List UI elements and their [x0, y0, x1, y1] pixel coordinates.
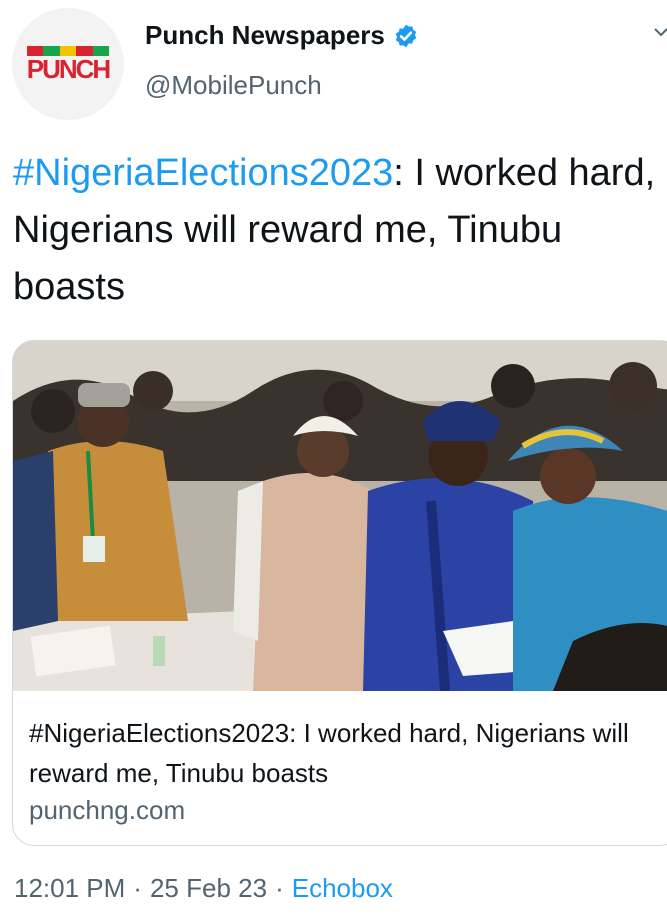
verified-badge-icon [395, 24, 417, 47]
punch-logo-icon: PUNCH [23, 44, 113, 84]
meta-separator: · [275, 873, 284, 903]
avatar[interactable]: PUNCH [12, 8, 124, 120]
author-name-row[interactable]: Punch Newspapers [145, 20, 419, 51]
avatar-logo-text: PUNCH [26, 54, 111, 84]
news-photo-icon [13, 341, 667, 691]
card-title[interactable]: #NigeriaElections2023: I worked hard, Ni… [29, 713, 667, 793]
link-card[interactable]: #NigeriaElections2023: I worked hard, Ni… [12, 340, 667, 846]
tweet-text: #NigeriaElections2023: I worked hard, Ni… [13, 145, 658, 316]
tweet-meta: 12:01 PM · 25 Feb 23 · Echobox [14, 873, 393, 904]
tweet-time[interactable]: 12:01 PM [14, 873, 125, 904]
user-handle[interactable]: @MobilePunch [145, 70, 322, 101]
tweet-source-link[interactable]: Echobox [292, 873, 393, 904]
more-options-chevron-icon[interactable] [651, 22, 667, 42]
display-name[interactable]: Punch Newspapers [145, 20, 385, 51]
meta-separator: · [133, 873, 142, 903]
tweet-date[interactable]: 25 Feb 23 [150, 873, 267, 904]
hashtag-link[interactable]: #NigeriaElections2023 [13, 152, 393, 194]
card-domain[interactable]: punchng.com [29, 795, 185, 826]
card-image[interactable] [13, 341, 667, 691]
